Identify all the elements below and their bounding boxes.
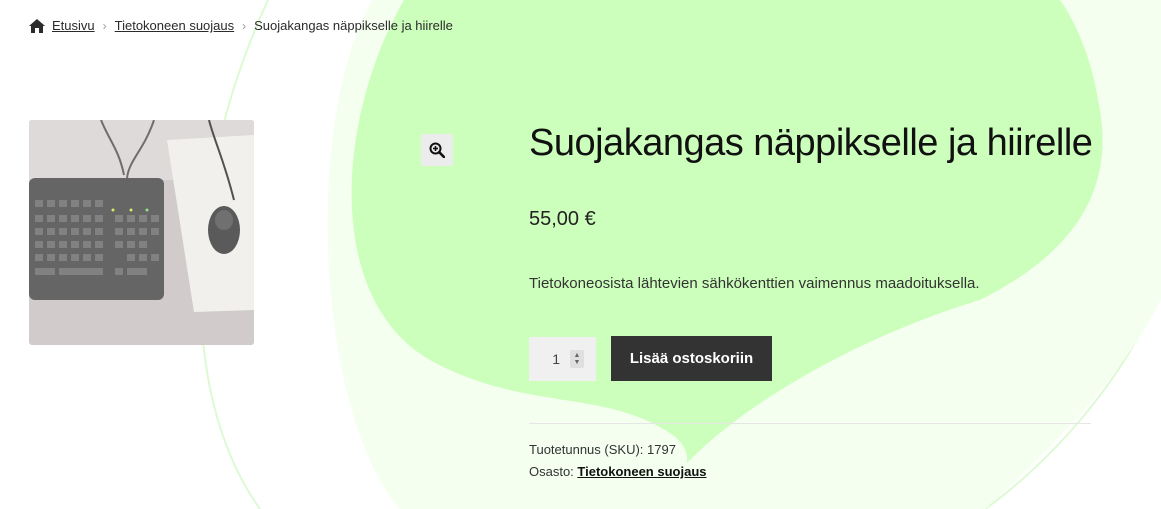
- product-category: Osasto: Tietokoneen suojaus: [529, 464, 707, 479]
- category-label: Osasto:: [529, 464, 574, 479]
- breadcrumb-separator: ›: [242, 18, 247, 33]
- stepper-down-icon[interactable]: ▼: [574, 359, 581, 366]
- breadcrumb-separator: ›: [102, 18, 107, 33]
- stepper-up-icon[interactable]: ▲: [574, 352, 581, 359]
- product-sku: Tuotetunnus (SKU): 1797: [529, 442, 676, 457]
- quantity-input[interactable]: 1 ▲ ▼: [529, 337, 596, 381]
- add-to-cart-button[interactable]: Lisää ostoskoriin: [611, 336, 772, 381]
- product-image[interactable]: [29, 120, 254, 345]
- product-title: Suojakangas näppikselle ja hiirelle: [529, 122, 1093, 164]
- product-price: 55,00 €: [529, 208, 596, 230]
- breadcrumb: Etusivu › Tietokoneen suojaus › Suojakan…: [29, 18, 453, 33]
- divider: [529, 423, 1091, 424]
- quantity-stepper[interactable]: ▲ ▼: [570, 350, 584, 368]
- zoom-button[interactable]: [421, 134, 453, 166]
- breadcrumb-current: Suojakangas näppikselle ja hiirelle: [254, 18, 453, 33]
- breadcrumb-home-link[interactable]: Etusivu: [52, 18, 95, 33]
- quantity-value: 1: [552, 351, 560, 367]
- breadcrumb-category-link[interactable]: Tietokoneen suojaus: [115, 18, 235, 33]
- product-description: Tietokoneosista lähtevien sähkökenttien …: [529, 275, 980, 292]
- magnifier-plus-icon: [429, 142, 445, 158]
- category-link[interactable]: Tietokoneen suojaus: [577, 464, 706, 479]
- sku-value: 1797: [647, 442, 676, 457]
- sku-label: Tuotetunnus (SKU):: [529, 442, 644, 457]
- home-icon: [29, 18, 45, 33]
